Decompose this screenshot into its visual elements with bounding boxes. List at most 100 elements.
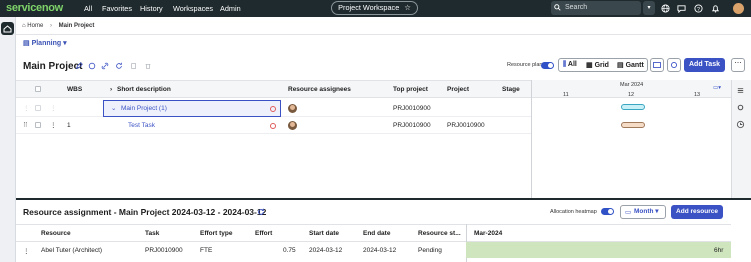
global-search-input[interactable]: Search (551, 1, 641, 15)
globe-icon[interactable] (661, 4, 670, 13)
column-header-resource-status[interactable]: Resource st... (418, 230, 461, 237)
allocation-heatmap-toggle[interactable] (601, 208, 614, 215)
heatmap-cell (466, 242, 731, 258)
chevron-down-icon: ▾ (61, 40, 67, 47)
left-rail (0, 17, 16, 262)
row-menu-icon[interactable]: ⋮ (23, 247, 30, 255)
planning-dropdown[interactable]: ▤ Planning ▾ (23, 39, 67, 47)
resource-name[interactable]: Abel Tuter (Architect) (41, 247, 102, 254)
resource-assignment-title: Resource assignment - Main Project 2024-… (23, 207, 267, 217)
allocation-heatmap-label: Allocation heatmap (550, 209, 597, 215)
project-cell: PRJ0010900 (447, 122, 485, 129)
task-name[interactable]: Main Project (1) (121, 105, 167, 112)
delete-icon[interactable] (144, 62, 152, 70)
gantt-day: 12 (628, 92, 635, 98)
search-scope-dropdown[interactable]: ▾ (643, 1, 655, 15)
nav-admin[interactable]: Admin (220, 4, 241, 13)
gantt-day: 11 (563, 92, 569, 98)
column-header-top-project[interactable]: Top project (393, 86, 428, 93)
planning-label: Planning (31, 40, 62, 47)
refresh-icon[interactable] (257, 208, 265, 216)
user-avatar[interactable] (733, 3, 744, 14)
top-project-cell: PRJ0010900 (393, 122, 431, 129)
wbs-cell: 1 (67, 122, 71, 129)
add-task-button[interactable]: Add Task (684, 58, 725, 72)
resource-status: Pending (418, 247, 442, 254)
top-project-cell: PRJ0010900 (393, 105, 431, 112)
view-grid-button[interactable]: ▦ Grid (586, 61, 609, 69)
gantt-day: 13 (694, 92, 701, 98)
collapse-icon[interactable]: ⌄ (111, 104, 116, 112)
resource-effort: 0.75 (283, 247, 296, 254)
gear-icon[interactable] (736, 103, 745, 112)
column-header-task[interactable]: Task (145, 230, 159, 237)
column-header-stage[interactable]: Stage (502, 86, 520, 93)
task-name[interactable]: Test Task (128, 122, 155, 129)
servicenow-logo[interactable]: servicenow (6, 2, 63, 14)
planning-icon: ▤ (23, 40, 32, 47)
warning-icon (270, 106, 276, 112)
warning-icon (270, 123, 276, 129)
calendar-dropdown-icon[interactable]: ▭▾ (713, 85, 721, 91)
row-checkbox[interactable] (35, 122, 41, 128)
settings-button[interactable] (667, 58, 681, 72)
select-all-checkbox[interactable] (35, 86, 41, 92)
assignee-avatar[interactable] (288, 104, 297, 113)
more-options-button[interactable]: ⋯ (731, 58, 745, 72)
right-rail (731, 80, 751, 198)
search-icon (554, 4, 561, 11)
clock-icon[interactable] (736, 120, 745, 129)
assignee-avatar[interactable] (288, 121, 297, 130)
copy-icon[interactable] (130, 62, 138, 70)
link-icon[interactable] (101, 62, 109, 70)
bell-icon[interactable] (711, 4, 720, 13)
column-header-wbs[interactable]: WBS (67, 86, 82, 93)
column-header-resource-assignees[interactable]: Resource assignees (288, 86, 351, 93)
column-header-short-description[interactable]: Short description (117, 86, 171, 93)
divider (16, 34, 751, 35)
svg-text:?: ? (697, 7, 700, 13)
breadcrumb-current: Main Project (58, 23, 95, 29)
nav-history[interactable]: History (140, 4, 163, 13)
gantt-bar-project[interactable] (621, 104, 645, 110)
nav-all[interactable]: All (84, 4, 92, 13)
edit-icon[interactable] (75, 62, 83, 70)
list-icon[interactable] (736, 86, 745, 95)
resource-plan-toggle[interactable] (541, 62, 554, 69)
home-icon[interactable] (1, 22, 14, 35)
page-title: Main Project (23, 61, 83, 72)
workspace-title-pill[interactable]: Project Workspace ☆ (331, 1, 418, 15)
help-icon[interactable]: ? (694, 4, 703, 13)
column-header-effort[interactable]: Effort (255, 230, 272, 237)
row-menu-icon[interactable]: ⋮ (50, 104, 57, 112)
nav-favorites[interactable]: Favorites (102, 4, 132, 13)
drag-handle-icon[interactable]: ⋮ (23, 104, 30, 112)
breadcrumb: ⌂ Home › Main Project (22, 23, 94, 29)
column-header-start-date[interactable]: Start date (309, 230, 339, 237)
row-checkbox[interactable] (35, 105, 41, 111)
drag-handle-icon[interactable]: ⠿ (23, 121, 28, 129)
gantt-month: Mar 2024 (620, 82, 644, 88)
comment-icon[interactable] (88, 62, 96, 70)
nav-workspaces[interactable]: Workspaces (173, 4, 213, 13)
refresh-icon[interactable] (115, 62, 123, 70)
gantt-bar-task[interactable] (621, 122, 645, 128)
chat-icon[interactable] (677, 4, 686, 13)
view-all-button[interactable]: ⫼ All (563, 61, 577, 69)
view-gantt-button[interactable]: ▤ Gantt (617, 61, 644, 69)
resource-task: PRJ0010900 (145, 247, 183, 254)
breadcrumb-home[interactable]: Home (27, 23, 43, 29)
panel-splitter[interactable] (16, 198, 751, 200)
heatmap-hours: 6hr (714, 247, 724, 254)
calendar-button[interactable] (650, 58, 664, 72)
star-icon[interactable]: ☆ (404, 3, 411, 12)
expand-all-icon[interactable]: › (110, 86, 112, 93)
column-header-end-date[interactable]: End date (363, 230, 390, 237)
column-header-effort-type[interactable]: Effort type (200, 230, 233, 237)
column-header-project[interactable]: Project (447, 86, 469, 93)
column-header-resource[interactable]: Resource (41, 230, 71, 237)
gantt-icon: ▤ (617, 62, 626, 69)
row-menu-icon[interactable]: ⋮ (50, 121, 57, 129)
add-resource-button[interactable]: Add resource (671, 205, 723, 219)
top-navigation-bar: servicenow All Favorites History Workspa… (0, 0, 751, 17)
